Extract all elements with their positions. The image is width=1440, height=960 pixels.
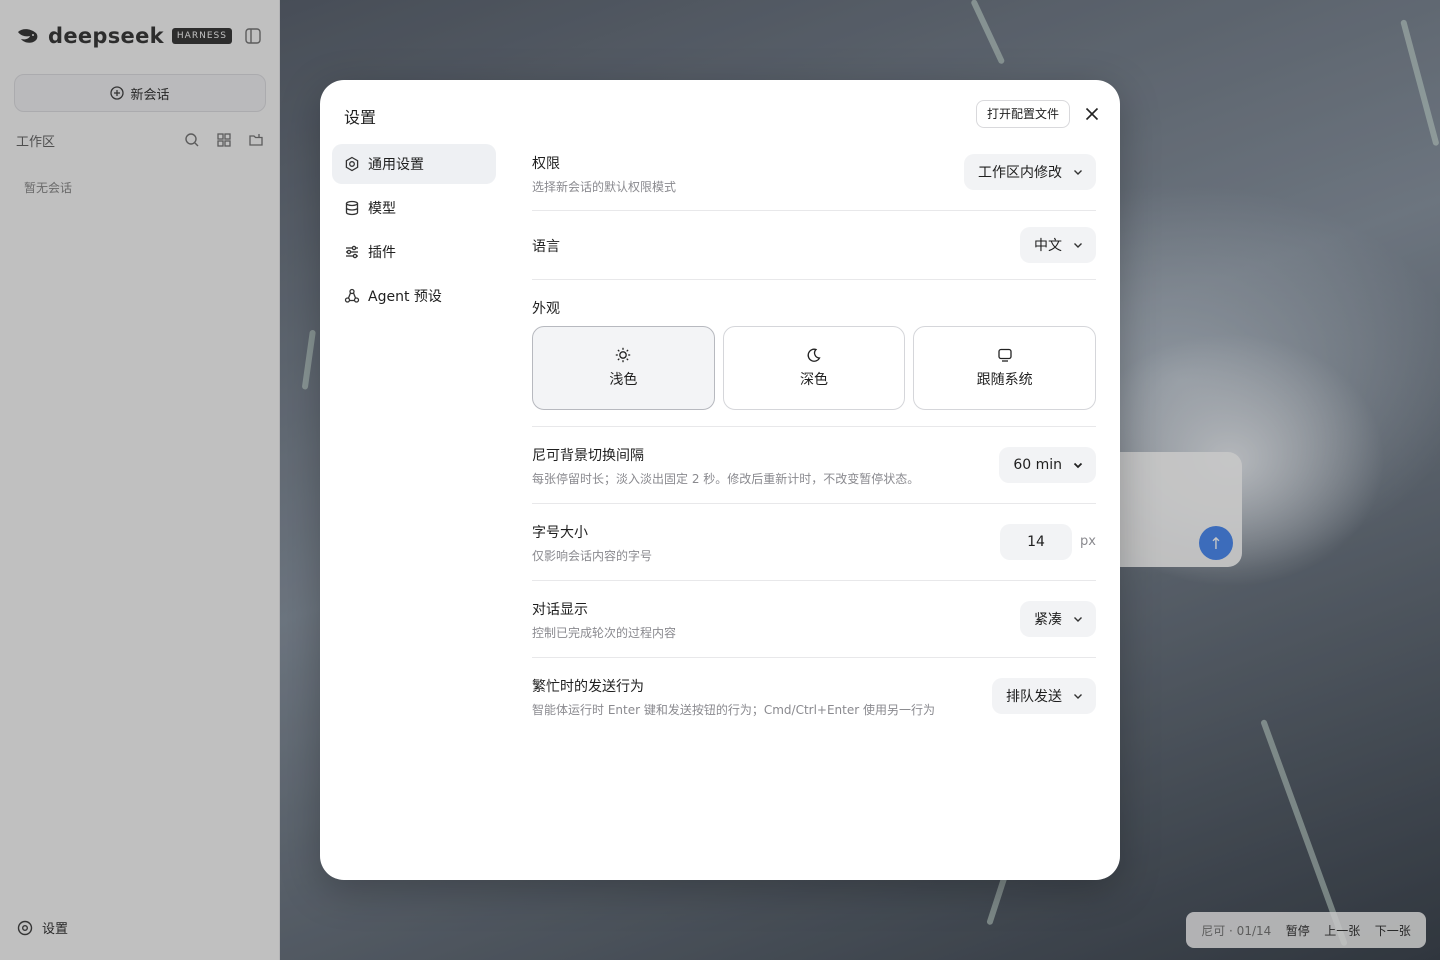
modal-title: 设置 [344,108,377,127]
language-value: 中文 [1034,238,1062,254]
permission-select[interactable]: 工作区内修改 [964,154,1096,190]
close-icon [1085,107,1099,121]
nav-item-label: 模型 [368,201,396,217]
nav-item-general[interactable]: 通用设置 [332,144,496,184]
chevron-down-icon [1073,462,1083,469]
nav-item-models[interactable]: 模型 [332,188,496,228]
dialog-display-row: 对话显示 控制已完成轮次的过程内容 紧凑 [532,581,1096,658]
dialog-display-desc: 控制已完成轮次的过程内容 [532,626,677,640]
font-size-row: 字号大小 仅影响会话内容的字号 14 px [532,504,1096,581]
settings-content: 权限 选择新会话的默认权限模式 工作区内修改 语言 中文 外观 浅色 深色 跟随… [532,144,1097,735]
busy-send-desc: 智能体运行时 Enter 键和发送按钮的行为；Cmd/Ctrl+Enter 使用… [532,703,935,717]
busy-send-row: 繁忙时的发送行为 智能体运行时 Enter 键和发送按钮的行为；Cmd/Ctrl… [532,658,1096,735]
dialog-display-title: 对话显示 [532,602,588,618]
moon-icon [807,348,821,362]
permission-row: 权限 选择新会话的默认权限模式 工作区内修改 [532,144,1096,211]
close-button[interactable] [1082,104,1102,124]
dialog-display-value: 紧凑 [1034,612,1062,628]
language-row: 语言 中文 [532,211,1096,280]
busy-send-select[interactable]: 排队发送 [992,678,1096,714]
nav-item-label: 通用设置 [368,157,424,173]
font-size-input[interactable]: 14 [1000,524,1072,560]
nav-item-plugins[interactable]: 插件 [332,232,496,272]
database-icon [345,200,359,216]
agent-icon [344,288,360,303]
bg-interval-title: 尼可背景切换间隔 [532,448,644,464]
chevron-down-icon [1074,694,1082,699]
busy-send-value: 排队发送 [1006,689,1062,705]
font-size-title: 字号大小 [532,525,588,541]
appearance-light-option[interactable]: 浅色 [532,326,715,410]
nav-item-label: 插件 [368,245,396,261]
bg-interval-select[interactable]: 60 min [999,447,1096,483]
font-size-unit: px [1080,534,1096,549]
monitor-icon [998,348,1012,362]
dialog-display-select[interactable]: 紧凑 [1020,601,1096,637]
nav-item-label: Agent 预设 [368,289,442,305]
appearance-option-label: 深色 [800,372,828,388]
open-config-button[interactable]: 打开配置文件 [976,100,1071,128]
permission-desc: 选择新会话的默认权限模式 [532,180,677,194]
settings-nav: 通用设置 模型 插件 Agent 预设 [332,144,496,320]
busy-send-title: 繁忙时的发送行为 [532,679,644,695]
chevron-down-icon [1074,170,1082,175]
gear-icon [345,156,359,172]
permission-value: 工作区内修改 [978,165,1062,181]
language-title: 语言 [532,239,560,255]
chevron-down-icon [1074,617,1082,622]
settings-modal: 设置 打开配置文件 通用设置 模型 插件 Agent 预设 权限 选择新会话的默… [320,80,1120,880]
appearance-system-option[interactable]: 跟随系统 [913,326,1097,410]
language-select[interactable]: 中文 [1020,227,1096,263]
bg-interval-row: 尼可背景切换间隔 每张停留时长；淡入淡出固定 2 秒。修改后重新计时，不改变暂停… [532,427,1096,504]
appearance-row: 外观 浅色 深色 跟随系统 [532,280,1097,427]
appearance-dark-option[interactable]: 深色 [722,326,906,410]
nav-item-agent-presets[interactable]: Agent 预设 [332,276,496,316]
sliders-icon [346,245,358,259]
bg-interval-desc: 每张停留时长；淡入淡出固定 2 秒。修改后重新计时，不改变暂停状态。 [532,472,920,486]
bg-interval-value: 60 min [1013,457,1062,473]
appearance-options: 浅色 深色 跟随系统 [532,326,1097,410]
chevron-down-icon [1074,243,1082,248]
permission-title: 权限 [532,156,560,172]
appearance-title: 外观 [532,301,560,317]
sun-icon [616,347,631,363]
appearance-option-label: 浅色 [609,372,638,388]
font-size-desc: 仅影响会话内容的字号 [532,549,653,563]
appearance-option-label: 跟随系统 [976,372,1033,388]
